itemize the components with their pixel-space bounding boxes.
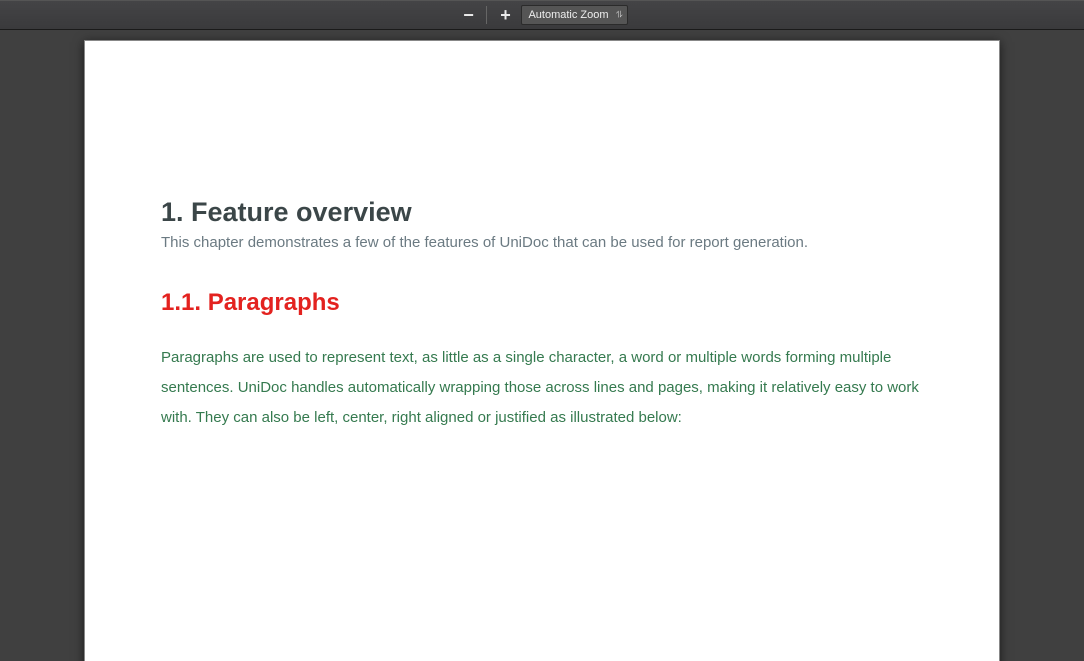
body-paragraph: Paragraphs are used to represent text, a… [161, 343, 923, 433]
pdf-toolbar: − + Automatic Zoom ⥮ [0, 0, 1084, 30]
plus-icon: + [500, 5, 511, 26]
chapter-intro: This chapter demonstrates a few of the f… [161, 234, 923, 251]
pdf-page: 1. Feature overview This chapter demonst… [84, 40, 1000, 661]
zoom-out-button[interactable]: − [456, 4, 480, 26]
zoom-select-label: Automatic Zoom [528, 9, 608, 21]
heading-2: 1.1. Paragraphs [161, 289, 923, 317]
chevron-updown-icon: ⥮ [616, 11, 623, 20]
pdf-viewer[interactable]: 1. Feature overview This chapter demonst… [0, 30, 1084, 661]
zoom-select[interactable]: Automatic Zoom ⥮ [521, 5, 627, 25]
minus-icon: − [463, 5, 474, 26]
heading-1: 1. Feature overview [161, 197, 923, 228]
toolbar-separator [486, 6, 487, 24]
zoom-in-button[interactable]: + [493, 4, 517, 26]
